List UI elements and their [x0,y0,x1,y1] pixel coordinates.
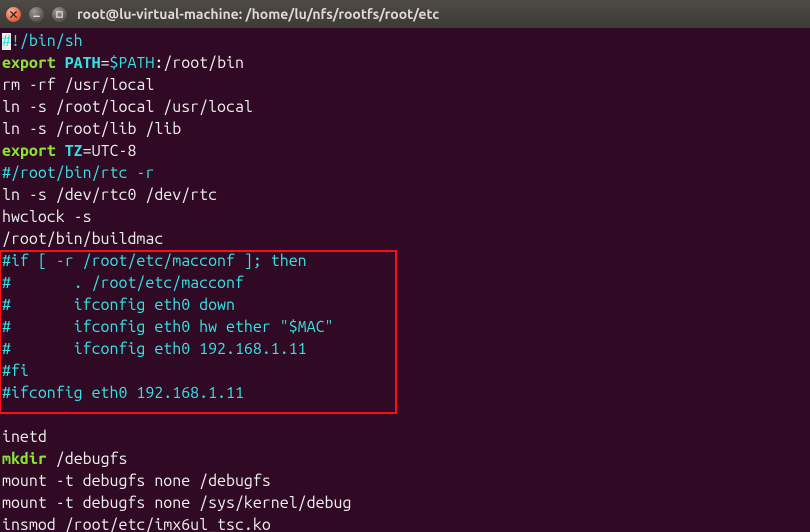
terminal[interactable]: #!/bin/sh export PATH=$PATH:/root/bin rm… [0,28,810,532]
editor-line: export TZ=UTC-8 [0,140,810,162]
text: #if [ -r /root/etc/macconf ]; then [2,252,307,270]
text: ln -s /root/local /usr/local [2,98,253,116]
editor-line: #!/bin/sh [0,30,810,52]
close-button[interactable] [6,7,21,22]
editor-line: mount -t debugfs none /debugfs [0,470,810,492]
text: #fi [2,362,29,380]
text: rm -rf /usr/local [2,76,154,94]
text: mount -t debugfs none /debugfs [2,472,271,490]
editor-line: mkdir /debugfs [0,448,810,470]
editor-line: #fi [0,360,810,382]
text: # ifconfig eth0 down [2,296,235,314]
editor-line: rm -rf /usr/local [0,74,810,96]
text: # ifconfig eth0 192.168.1.11 [2,340,307,358]
text: export [2,142,56,160]
text: :/root/bin [154,54,244,72]
text: mkdir [2,450,47,468]
minimize-icon [32,10,41,19]
editor-line: mount -t debugfs none /sys/kernel/debug [0,492,810,514]
text: export [2,54,56,72]
editor-line: # ifconfig eth0 192.168.1.11 [0,338,810,360]
text: TZ [56,142,83,160]
editor-line: hwclock -s [0,206,810,228]
text: /bin/sh [20,32,83,50]
editor-line: # ifconfig eth0 hw ether "$MAC" [0,316,810,338]
editor-line: #ifconfig eth0 192.168.1.11 [0,382,810,404]
editor-line: #if [ -r /root/etc/macconf ]; then [0,250,810,272]
text: inetd [2,428,47,446]
text: PATH [56,54,101,72]
text: /debugfs [47,450,128,468]
maximize-button[interactable] [52,7,67,22]
editor-line: export PATH=$PATH:/root/bin [0,52,810,74]
editor-line: ln -s /root/lib /lib [0,118,810,140]
text: /root/bin/buildmac [2,230,163,248]
window-buttons [6,7,67,22]
text: insmod /root/etc/imx6ul_tsc.ko [2,516,271,532]
editor-line: ln -s /dev/rtc0 /dev/rtc [0,184,810,206]
editor-line: # ifconfig eth0 down [0,294,810,316]
text: ln -s /dev/rtc0 /dev/rtc [2,186,217,204]
editor-line [0,404,810,426]
text: = [101,54,110,72]
text: hwclock -s [2,208,92,226]
close-icon [9,10,18,19]
text: $PATH [110,54,155,72]
editor-line: #/root/bin/rtc -r [0,162,810,184]
editor-line: # . /root/etc/macconf [0,272,810,294]
text: # ifconfig eth0 hw ether "$MAC" [2,318,334,336]
text: #ifconfig eth0 192.168.1.11 [2,384,244,402]
titlebar[interactable]: root@lu-virtual-machine: /home/lu/nfs/ro… [0,0,810,28]
editor-line: inetd [0,426,810,448]
minimize-button[interactable] [29,7,44,22]
editor-line: insmod /root/etc/imx6ul_tsc.ko [0,514,810,532]
window-title: root@lu-virtual-machine: /home/lu/nfs/ro… [77,3,439,25]
text: #/root/bin/rtc -r [2,164,154,182]
editor-line: /root/bin/buildmac [0,228,810,250]
text: #! [2,32,20,50]
text: mount -t debugfs none /sys/kernel/debug [2,494,351,512]
maximize-icon [55,10,64,19]
text: # . /root/etc/macconf [2,274,244,292]
text: ln -s /root/lib /lib [2,120,181,138]
text: =UTC-8 [83,142,137,160]
editor-line: ln -s /root/local /usr/local [0,96,810,118]
